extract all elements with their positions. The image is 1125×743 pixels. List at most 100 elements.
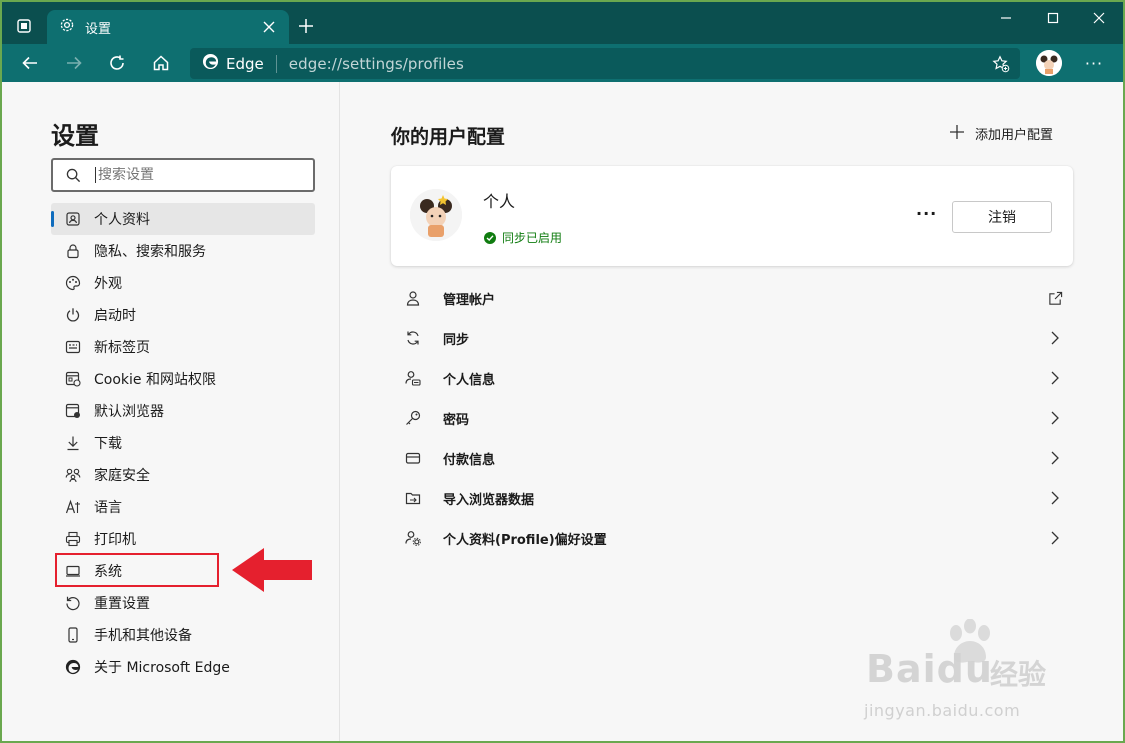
tab-actions-icon[interactable] <box>10 12 38 40</box>
title-bar: 设置 <box>2 2 1123 44</box>
settings-nav: 个人资料 隐私、搜索和服务 外观 启动时 新标签页 Cookie 和网站权限 默… <box>51 203 315 683</box>
plus-icon <box>949 123 965 143</box>
row-label: 同步 <box>443 332 470 348</box>
key-icon <box>403 408 423 428</box>
power-icon <box>65 307 81 323</box>
sidebar-item-cookies[interactable]: Cookie 和网站权限 <box>51 363 315 395</box>
row-payment-info[interactable]: 付款信息 <box>391 438 1073 478</box>
edge-logo-icon <box>202 53 219 74</box>
browser-window: 设置 Edge edge://settings/profiles ··· 设置 … <box>2 2 1123 741</box>
row-label: 管理帐户 <box>443 292 496 308</box>
lock-icon <box>65 243 81 259</box>
gear-icon <box>59 17 75 37</box>
sidebar-item-privacy[interactable]: 隐私、搜索和服务 <box>51 235 315 267</box>
chevron-right-icon <box>1047 410 1063 426</box>
row-label: 个人资料(Profile)偏好设置 <box>443 532 607 548</box>
sidebar-item-label: 打印机 <box>94 532 136 548</box>
page-title: 你的用户配置 <box>391 126 506 148</box>
sidebar-item-family[interactable]: 家庭安全 <box>51 459 315 491</box>
close-window-button[interactable] <box>1076 2 1122 34</box>
site-permissions-icon <box>65 371 81 387</box>
toolbar: Edge edge://settings/profiles ··· <box>2 44 1123 82</box>
avatar <box>410 189 462 241</box>
search-box[interactable] <box>51 158 315 192</box>
sync-icon <box>403 328 423 348</box>
add-favorite-icon[interactable] <box>990 53 1012 75</box>
maximize-button[interactable] <box>1030 2 1076 34</box>
row-profile-preferences[interactable]: 个人资料(Profile)偏好设置 <box>391 518 1073 558</box>
sidebar-item-newtab[interactable]: 新标签页 <box>51 331 315 363</box>
watermark-logo: Baidu <box>866 647 993 691</box>
annotation-arrow <box>232 548 312 592</box>
search-input[interactable] <box>95 167 295 183</box>
edge-logo-icon <box>65 659 81 675</box>
person-icon <box>403 288 423 308</box>
chevron-right-icon <box>1047 490 1063 506</box>
new-tab-button[interactable] <box>294 14 318 38</box>
sidebar-item-startup[interactable]: 启动时 <box>51 299 315 331</box>
row-manage-account[interactable]: 管理帐户 <box>391 278 1073 318</box>
forward-button[interactable] <box>60 49 88 77</box>
watermark-url: jingyan.baidu.com <box>864 701 1021 720</box>
settings-sidebar: 设置 个人资料 隐私、搜索和服务 外观 启动时 <box>2 82 340 741</box>
url-text[interactable]: edge://settings/profiles <box>289 55 464 73</box>
close-tab-icon[interactable] <box>261 19 277 35</box>
sync-status: 同步已启用 <box>484 229 562 246</box>
sidebar-item-label: 下载 <box>94 436 122 452</box>
family-icon <box>65 467 81 483</box>
settings-more-icon[interactable]: ··· <box>1080 49 1108 77</box>
default-browser-icon <box>65 403 81 419</box>
sidebar-item-label: 外观 <box>94 276 122 292</box>
sidebar-item-appearance[interactable]: 外观 <box>51 267 315 299</box>
row-personal-info[interactable]: 个人信息 <box>391 358 1073 398</box>
sidebar-item-label: 个人资料 <box>94 212 150 228</box>
check-circle-icon <box>484 231 496 244</box>
back-button[interactable] <box>16 49 44 77</box>
sync-status-text: 同步已启用 <box>502 231 563 245</box>
row-label: 导入浏览器数据 <box>443 492 535 508</box>
refresh-button[interactable] <box>103 49 131 77</box>
profile-avatar-button[interactable] <box>1036 50 1062 76</box>
profile-more-button[interactable]: ··· <box>916 204 937 223</box>
sidebar-item-languages[interactable]: 语言 <box>51 491 315 523</box>
sidebar-item-label: 启动时 <box>94 308 136 324</box>
address-divider <box>275 54 277 73</box>
search-icon <box>65 167 81 183</box>
chevron-right-icon <box>1047 330 1063 346</box>
sidebar-item-profiles[interactable]: 个人资料 <box>51 203 315 235</box>
row-sync[interactable]: 同步 <box>391 318 1073 358</box>
sidebar-item-downloads[interactable]: 下载 <box>51 427 315 459</box>
profile-name: 个人 <box>483 192 516 211</box>
home-button[interactable] <box>147 49 175 77</box>
row-label: 密码 <box>443 412 470 428</box>
chevron-right-icon <box>1047 450 1063 466</box>
external-link-icon <box>1047 290 1063 306</box>
address-bar[interactable]: Edge edge://settings/profiles <box>190 48 1020 79</box>
site-identity-label: Edge <box>226 54 264 73</box>
sign-out-button[interactable]: 注销 <box>952 201 1052 233</box>
watermark: Baidu 经验 jingyan.baidu.com <box>860 619 1070 737</box>
sidebar-item-label: 语言 <box>94 500 122 516</box>
row-import-data[interactable]: 导入浏览器数据 <box>391 478 1073 518</box>
profile-icon <box>65 211 81 227</box>
sidebar-item-default-browser[interactable]: 默认浏览器 <box>51 395 315 427</box>
sidebar-item-phone[interactable]: 手机和其他设备 <box>51 619 315 651</box>
sidebar-item-label: 新标签页 <box>94 340 150 356</box>
profile-prefs-icon <box>403 528 423 548</box>
personal-info-icon <box>403 368 423 388</box>
palette-icon <box>65 275 81 291</box>
annotation-highlight-box <box>55 553 219 587</box>
reset-icon <box>65 595 81 611</box>
row-passwords[interactable]: 密码 <box>391 398 1073 438</box>
tab-title: 设置 <box>85 21 112 37</box>
row-label: 个人信息 <box>443 372 496 388</box>
download-icon <box>65 435 81 451</box>
add-profile-button[interactable]: 添加用户配置 <box>949 123 1053 143</box>
tab-settings[interactable]: 设置 <box>47 10 289 44</box>
card-icon <box>403 448 423 468</box>
newtab-icon <box>65 339 81 355</box>
sidebar-item-label: Cookie 和网站权限 <box>94 372 216 388</box>
row-label: 付款信息 <box>443 452 496 468</box>
sidebar-item-about[interactable]: 关于 Microsoft Edge <box>51 651 315 683</box>
minimize-button[interactable] <box>983 2 1029 34</box>
